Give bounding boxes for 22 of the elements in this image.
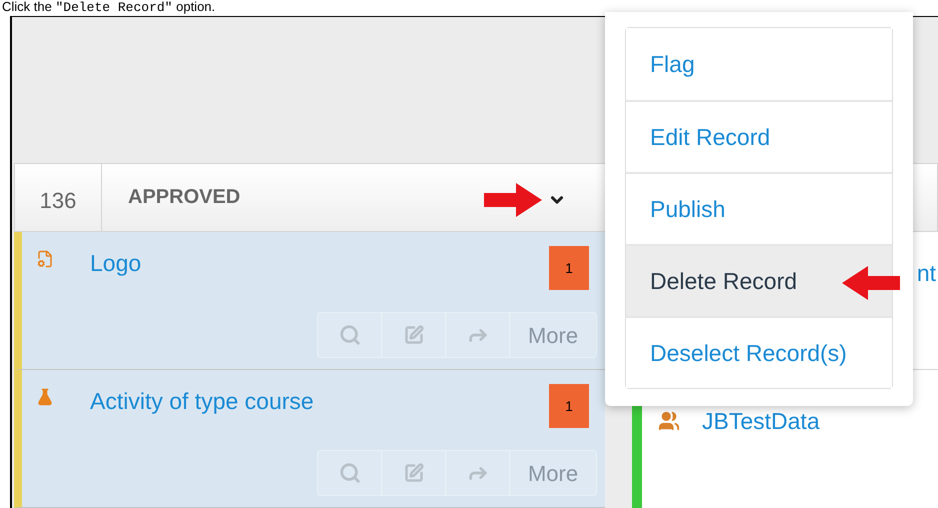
menu-item[interactable]: Deselect Record(s) <box>626 316 892 388</box>
record-card[interactable]: Logo 1 More <box>14 232 605 370</box>
truncated-title: nt <box>916 259 936 288</box>
edit-icon <box>404 463 424 483</box>
people-icon <box>658 410 680 432</box>
record-card[interactable]: Activity of type course 1 More <box>14 370 605 508</box>
document-gear-icon <box>36 250 54 268</box>
status-heading: APPROVED <box>128 185 240 210</box>
search-icon <box>338 324 360 346</box>
record-title[interactable]: JBTestData <box>702 404 820 438</box>
record-title[interactable]: Activity of type course <box>90 384 549 418</box>
record-title[interactable]: Logo <box>90 246 549 280</box>
edit-icon <box>404 325 424 345</box>
arrow-annotation <box>484 183 542 218</box>
instruction-text: Click the "Delete Record" option. <box>1 0 216 16</box>
count-badge: 1 <box>549 384 589 428</box>
menu-item[interactable]: Delete Record <box>626 244 892 316</box>
record-count: 136 <box>15 164 102 231</box>
arrow-annotation <box>842 266 900 300</box>
flask-icon <box>36 388 54 406</box>
search-icon <box>338 462 360 484</box>
count-badge: 1 <box>549 246 589 290</box>
